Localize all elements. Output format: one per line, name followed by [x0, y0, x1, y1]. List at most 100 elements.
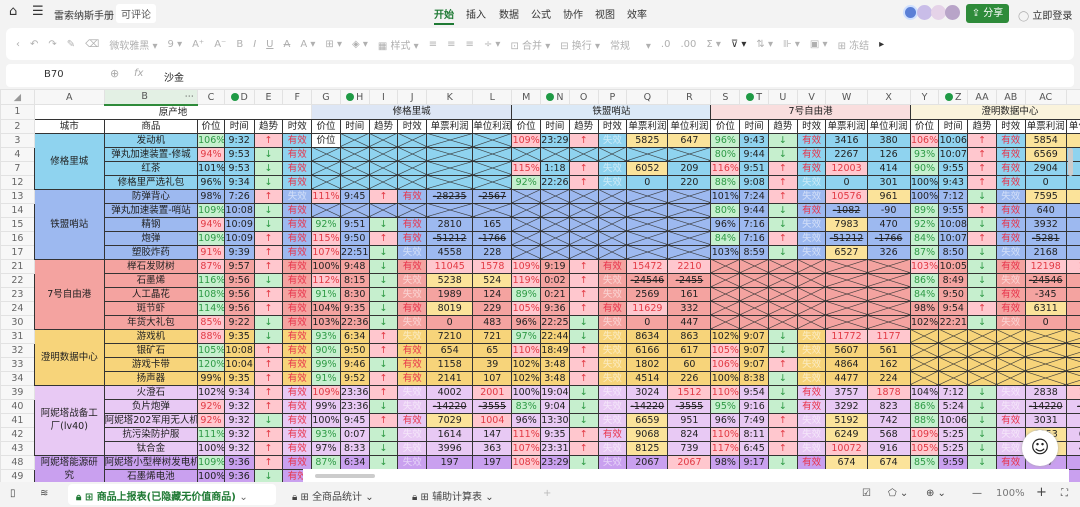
crossed-cell[interactable]: [1024, 370, 1067, 386]
row-header[interactable]: 48: [0, 454, 35, 470]
column-header-Y[interactable]: Y: [909, 89, 940, 105]
trend-up-cell[interactable]: ↑: [253, 286, 284, 302]
data-cell[interactable]: 1614: [426, 426, 474, 442]
data-cell[interactable]: 7:49: [739, 412, 769, 428]
crossed-cell[interactable]: [825, 258, 868, 274]
status-invalid-cell[interactable]: 失效: [397, 454, 428, 470]
city-cell[interactable]: 澄明数据中心: [33, 328, 105, 386]
crossed-cell[interactable]: [667, 216, 712, 232]
status-invalid-cell[interactable]: 失效: [597, 160, 628, 176]
column-menu-icon[interactable]: ⋯: [185, 91, 195, 103]
data-cell[interactable]: 103%: [311, 314, 341, 330]
data-cell[interactable]: 105%: [511, 300, 542, 316]
data-cell[interactable]: 9:59: [938, 454, 969, 470]
data-cell[interactable]: 102%: [909, 314, 940, 330]
trend-down-cell[interactable]: ↓: [967, 272, 997, 288]
column-header-AC[interactable]: AC: [1024, 89, 1067, 105]
data-cell[interactable]: 102%: [710, 328, 741, 344]
data-cell[interactable]: 8:49: [938, 272, 969, 288]
status-invalid-cell[interactable]: 失效: [397, 426, 428, 442]
crossed-cell[interactable]: [739, 314, 769, 330]
status-invalid-cell[interactable]: 失效: [597, 370, 628, 386]
data-cell[interactable]: 107%: [511, 440, 542, 456]
status-invalid-cell[interactable]: 失效: [796, 230, 827, 246]
status-valid-cell[interactable]: 有效: [397, 356, 428, 372]
trend-down-cell[interactable]: ↓: [368, 454, 399, 470]
product-cell[interactable]: 抗污染防护服: [103, 426, 199, 442]
origin-column-header[interactable]: 时间: [223, 118, 255, 134]
data-cell[interactable]: 7210: [426, 328, 474, 344]
product-cell[interactable]: 石墨烯: [103, 272, 199, 288]
data-cell[interactable]: 9:55: [938, 160, 969, 176]
view-mode-icon[interactable]: ⊕ ⌄: [926, 488, 946, 499]
data-cell[interactable]: 7:16: [739, 216, 769, 232]
crossed-cell[interactable]: [909, 370, 940, 386]
data-cell[interactable]: 8:59: [739, 244, 769, 260]
data-cell[interactable]: 43: [1065, 412, 1080, 428]
data-cell[interactable]: 617: [667, 342, 712, 358]
data-cell[interactable]: 9:50: [938, 286, 969, 302]
status-valid-cell[interactable]: 有效: [597, 258, 628, 274]
data-cell[interactable]: 568: [866, 426, 911, 442]
column-header-AD[interactable]: AD: [1065, 89, 1080, 105]
crossed-cell[interactable]: [796, 286, 827, 302]
data-cell[interactable]: 9:07: [739, 342, 769, 358]
column-header-P[interactable]: P: [597, 89, 628, 105]
trend-down-cell[interactable]: ↓: [767, 328, 798, 344]
column-header-K[interactable]: K: [426, 89, 474, 105]
data-cell[interactable]: -14220: [1024, 398, 1067, 414]
data-cell[interactable]: 1177: [866, 328, 911, 344]
data-cell[interactable]: -355: [1065, 398, 1080, 414]
crossed-cell[interactable]: [397, 132, 428, 148]
crossed-cell[interactable]: [866, 286, 911, 302]
data-cell[interactable]: 6569: [1024, 146, 1067, 162]
column-header-J[interactable]: J: [397, 89, 428, 105]
status-invalid-cell[interactable]: 失效: [597, 440, 628, 456]
trend-down-cell[interactable]: ↓: [253, 160, 284, 176]
crossed-cell[interactable]: [540, 188, 570, 204]
data-cell[interactable]: 9:35: [540, 426, 570, 442]
crossed-cell[interactable]: [1065, 370, 1080, 386]
data-cell[interactable]: 19:04: [540, 384, 570, 400]
row-header[interactable]: 41: [0, 412, 35, 428]
data-cell[interactable]: 961: [866, 188, 911, 204]
status-invalid-cell[interactable]: 失效: [397, 398, 428, 414]
trend-up-cell[interactable]: ↑: [368, 370, 399, 386]
crossed-cell[interactable]: [739, 300, 769, 316]
data-cell[interactable]: 9:55: [938, 202, 969, 218]
trend-up-cell[interactable]: ↑: [368, 328, 399, 344]
data-cell[interactable]: 9:17: [739, 454, 769, 470]
row-header[interactable]: 40: [0, 398, 35, 414]
data-cell[interactable]: 39: [472, 356, 513, 372]
crossed-cell[interactable]: [626, 216, 669, 232]
data-cell[interactable]: 147: [472, 426, 513, 442]
data-cell[interactable]: 380: [866, 132, 911, 148]
data-cell[interactable]: 109%: [311, 384, 341, 400]
tab-collab[interactable]: 协作: [563, 6, 583, 21]
data-cell[interactable]: 94%: [197, 146, 225, 162]
data-cell[interactable]: 0:21: [540, 286, 570, 302]
status-valid-cell[interactable]: 有效: [282, 328, 313, 344]
data-cell[interactable]: 224: [866, 370, 911, 386]
assistant-mascot-icon[interactable]: ☺: [1022, 430, 1058, 466]
trend-down-cell[interactable]: ↓: [253, 468, 284, 482]
data-cell[interactable]: 23:36: [339, 384, 370, 400]
data-cell[interactable]: 92%: [197, 398, 225, 414]
trend-up-cell[interactable]: ↑: [253, 230, 284, 246]
crossed-cell[interactable]: [568, 244, 599, 260]
trend-up-cell[interactable]: ↑: [568, 174, 599, 190]
crossed-cell[interactable]: [796, 258, 827, 274]
status-valid-cell[interactable]: 有效: [597, 426, 628, 442]
crossed-cell[interactable]: [397, 202, 428, 218]
crossed-cell[interactable]: [368, 146, 399, 162]
sheet-tab[interactable]: 🔒︎ ⊞ 辅助计算表 ⌄: [412, 488, 494, 503]
data-cell[interactable]: -14220: [426, 398, 474, 414]
data-cell[interactable]: 161: [667, 286, 712, 302]
group-header[interactable]: 澄明数据中心: [909, 104, 1080, 120]
data-cell[interactable]: 9:32: [223, 132, 255, 148]
align-right-icon[interactable]: ≡: [465, 39, 473, 50]
comment-icon[interactable]: ☑: [862, 488, 871, 499]
crossed-cell[interactable]: [472, 132, 513, 148]
status-invalid-cell[interactable]: 失效: [397, 286, 428, 302]
data-cell[interactable]: 9068: [626, 426, 669, 442]
